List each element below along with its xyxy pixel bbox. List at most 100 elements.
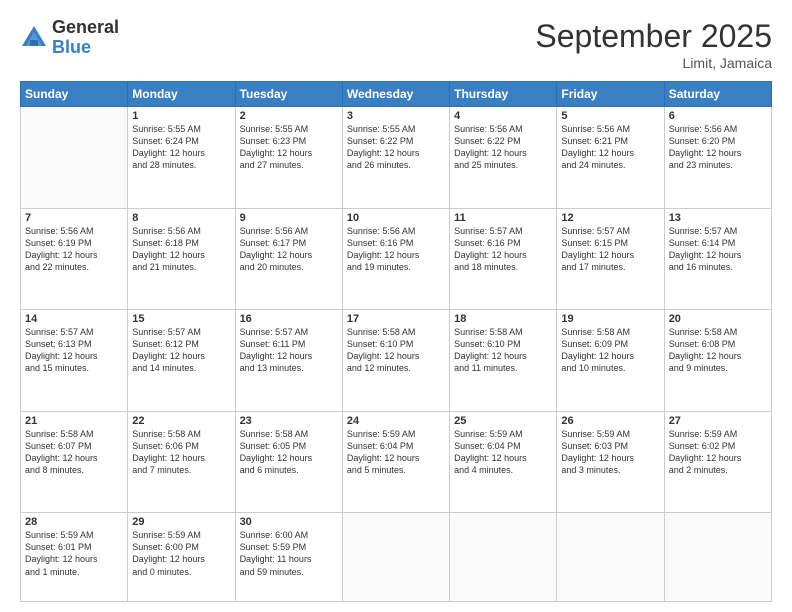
calendar-cell: 9Sunrise: 5:56 AM Sunset: 6:17 PM Daylig… [235,208,342,310]
day-number: 17 [347,313,445,325]
calendar-cell [21,107,128,209]
calendar-cell: 27Sunrise: 5:59 AM Sunset: 6:02 PM Dayli… [664,411,771,513]
calendar-cell: 4Sunrise: 5:56 AM Sunset: 6:22 PM Daylig… [450,107,557,209]
calendar-cell: 11Sunrise: 5:57 AM Sunset: 6:16 PM Dayli… [450,208,557,310]
logo-general: General [52,18,119,38]
day-number: 12 [561,212,659,224]
calendar-cell: 21Sunrise: 5:58 AM Sunset: 6:07 PM Dayli… [21,411,128,513]
day-info: Sunrise: 5:56 AM Sunset: 6:20 PM Dayligh… [669,123,767,172]
day-info: Sunrise: 5:56 AM Sunset: 6:19 PM Dayligh… [25,225,123,274]
day-number: 8 [132,212,230,224]
logo-text: General Blue [52,18,119,58]
day-number: 30 [240,516,338,528]
calendar-cell: 3Sunrise: 5:55 AM Sunset: 6:22 PM Daylig… [342,107,449,209]
calendar-cell: 29Sunrise: 5:59 AM Sunset: 6:00 PM Dayli… [128,513,235,602]
day-number: 7 [25,212,123,224]
day-number: 21 [25,415,123,427]
day-info: Sunrise: 5:59 AM Sunset: 6:02 PM Dayligh… [669,428,767,477]
day-number: 6 [669,110,767,122]
day-number: 19 [561,313,659,325]
day-info: Sunrise: 6:00 AM Sunset: 5:59 PM Dayligh… [240,529,338,578]
day-header-friday: Friday [557,82,664,107]
day-header-saturday: Saturday [664,82,771,107]
calendar-cell [557,513,664,602]
calendar-cell: 2Sunrise: 5:55 AM Sunset: 6:23 PM Daylig… [235,107,342,209]
day-number: 5 [561,110,659,122]
day-info: Sunrise: 5:58 AM Sunset: 6:10 PM Dayligh… [454,326,552,375]
calendar-cell: 12Sunrise: 5:57 AM Sunset: 6:15 PM Dayli… [557,208,664,310]
day-info: Sunrise: 5:56 AM Sunset: 6:17 PM Dayligh… [240,225,338,274]
day-number: 16 [240,313,338,325]
day-info: Sunrise: 5:56 AM Sunset: 6:18 PM Dayligh… [132,225,230,274]
title-block: September 2025 Limit, Jamaica [535,18,772,71]
week-row-4: 28Sunrise: 5:59 AM Sunset: 6:01 PM Dayli… [21,513,772,602]
day-info: Sunrise: 5:55 AM Sunset: 6:23 PM Dayligh… [240,123,338,172]
calendar-cell: 14Sunrise: 5:57 AM Sunset: 6:13 PM Dayli… [21,310,128,412]
calendar-cell: 24Sunrise: 5:59 AM Sunset: 6:04 PM Dayli… [342,411,449,513]
day-number: 9 [240,212,338,224]
day-info: Sunrise: 5:57 AM Sunset: 6:16 PM Dayligh… [454,225,552,274]
day-info: Sunrise: 5:58 AM Sunset: 6:08 PM Dayligh… [669,326,767,375]
calendar-cell: 20Sunrise: 5:58 AM Sunset: 6:08 PM Dayli… [664,310,771,412]
day-number: 1 [132,110,230,122]
calendar-cell: 7Sunrise: 5:56 AM Sunset: 6:19 PM Daylig… [21,208,128,310]
day-number: 23 [240,415,338,427]
day-number: 26 [561,415,659,427]
calendar-cell: 8Sunrise: 5:56 AM Sunset: 6:18 PM Daylig… [128,208,235,310]
day-number: 10 [347,212,445,224]
day-info: Sunrise: 5:57 AM Sunset: 6:15 PM Dayligh… [561,225,659,274]
week-row-1: 7Sunrise: 5:56 AM Sunset: 6:19 PM Daylig… [21,208,772,310]
month-title: September 2025 [535,18,772,55]
day-info: Sunrise: 5:56 AM Sunset: 6:21 PM Dayligh… [561,123,659,172]
calendar-header-row: SundayMondayTuesdayWednesdayThursdayFrid… [21,82,772,107]
calendar-cell: 26Sunrise: 5:59 AM Sunset: 6:03 PM Dayli… [557,411,664,513]
day-number: 18 [454,313,552,325]
calendar-cell [664,513,771,602]
day-info: Sunrise: 5:58 AM Sunset: 6:10 PM Dayligh… [347,326,445,375]
day-info: Sunrise: 5:59 AM Sunset: 6:04 PM Dayligh… [347,428,445,477]
day-info: Sunrise: 5:55 AM Sunset: 6:24 PM Dayligh… [132,123,230,172]
calendar-cell: 19Sunrise: 5:58 AM Sunset: 6:09 PM Dayli… [557,310,664,412]
calendar-cell: 10Sunrise: 5:56 AM Sunset: 6:16 PM Dayli… [342,208,449,310]
day-number: 29 [132,516,230,528]
day-header-tuesday: Tuesday [235,82,342,107]
calendar-cell: 5Sunrise: 5:56 AM Sunset: 6:21 PM Daylig… [557,107,664,209]
day-number: 20 [669,313,767,325]
header: General Blue September 2025 Limit, Jamai… [20,18,772,71]
day-info: Sunrise: 5:57 AM Sunset: 6:14 PM Dayligh… [669,225,767,274]
page: General Blue September 2025 Limit, Jamai… [0,0,792,612]
day-info: Sunrise: 5:59 AM Sunset: 6:00 PM Dayligh… [132,529,230,578]
day-info: Sunrise: 5:58 AM Sunset: 6:09 PM Dayligh… [561,326,659,375]
day-info: Sunrise: 5:59 AM Sunset: 6:04 PM Dayligh… [454,428,552,477]
day-info: Sunrise: 5:57 AM Sunset: 6:12 PM Dayligh… [132,326,230,375]
logo: General Blue [20,18,119,58]
day-number: 4 [454,110,552,122]
calendar-cell: 17Sunrise: 5:58 AM Sunset: 6:10 PM Dayli… [342,310,449,412]
location: Limit, Jamaica [535,55,772,71]
day-info: Sunrise: 5:59 AM Sunset: 6:01 PM Dayligh… [25,529,123,578]
logo-blue: Blue [52,38,119,58]
day-info: Sunrise: 5:55 AM Sunset: 6:22 PM Dayligh… [347,123,445,172]
day-info: Sunrise: 5:57 AM Sunset: 6:13 PM Dayligh… [25,326,123,375]
day-number: 15 [132,313,230,325]
week-row-0: 1Sunrise: 5:55 AM Sunset: 6:24 PM Daylig… [21,107,772,209]
day-number: 11 [454,212,552,224]
day-info: Sunrise: 5:58 AM Sunset: 6:07 PM Dayligh… [25,428,123,477]
day-number: 24 [347,415,445,427]
day-number: 28 [25,516,123,528]
calendar-cell: 25Sunrise: 5:59 AM Sunset: 6:04 PM Dayli… [450,411,557,513]
calendar-cell: 18Sunrise: 5:58 AM Sunset: 6:10 PM Dayli… [450,310,557,412]
calendar-cell: 1Sunrise: 5:55 AM Sunset: 6:24 PM Daylig… [128,107,235,209]
calendar: SundayMondayTuesdayWednesdayThursdayFrid… [20,81,772,602]
calendar-cell: 13Sunrise: 5:57 AM Sunset: 6:14 PM Dayli… [664,208,771,310]
day-number: 3 [347,110,445,122]
calendar-cell: 23Sunrise: 5:58 AM Sunset: 6:05 PM Dayli… [235,411,342,513]
day-info: Sunrise: 5:59 AM Sunset: 6:03 PM Dayligh… [561,428,659,477]
day-number: 27 [669,415,767,427]
day-number: 22 [132,415,230,427]
day-number: 14 [25,313,123,325]
day-info: Sunrise: 5:57 AM Sunset: 6:11 PM Dayligh… [240,326,338,375]
calendar-cell: 30Sunrise: 6:00 AM Sunset: 5:59 PM Dayli… [235,513,342,602]
calendar-cell [342,513,449,602]
calendar-cell: 6Sunrise: 5:56 AM Sunset: 6:20 PM Daylig… [664,107,771,209]
